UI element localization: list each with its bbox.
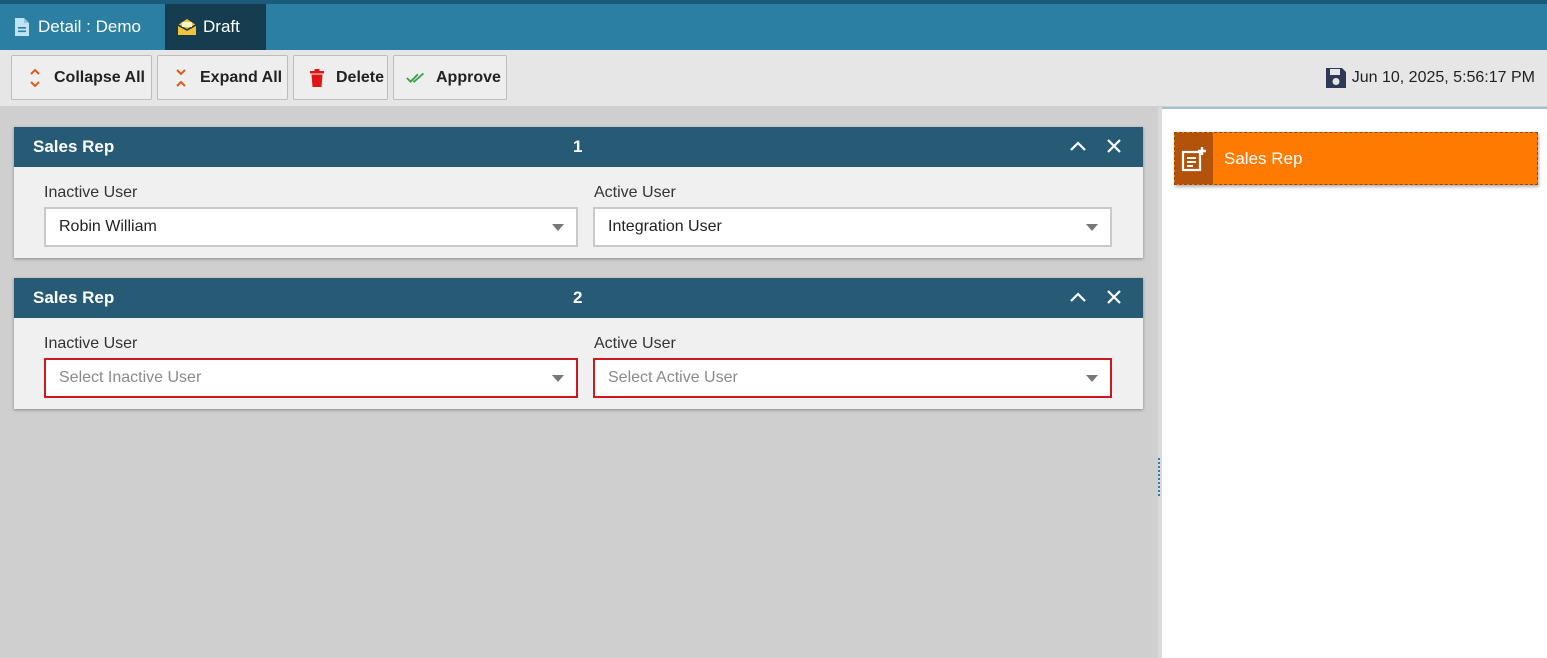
active-user-placeholder: Select Active User: [608, 369, 738, 386]
card-number: 1: [573, 137, 583, 156]
last-saved-status: Jun 10, 2025, 5:56:17 PM: [1324, 66, 1535, 90]
expand-icon: [170, 67, 192, 89]
envelope-open-icon: [177, 17, 197, 37]
tab-draft[interactable]: Draft: [165, 4, 266, 50]
saved-timestamp: Jun 10, 2025, 5:56:17 PM: [1351, 69, 1535, 86]
chevron-up-icon[interactable]: [1067, 135, 1089, 157]
save-disk-icon: [1324, 66, 1348, 90]
sidebar-item-sales-rep[interactable]: Sales Rep: [1174, 132, 1538, 185]
inactive-user-placeholder: Select Inactive User: [59, 369, 202, 386]
active-user-select[interactable]: Select Active User: [593, 358, 1112, 398]
tab-detail-demo[interactable]: Detail : Demo: [0, 4, 165, 50]
close-icon[interactable]: [1103, 286, 1125, 308]
collapse-icon: [24, 67, 46, 89]
approve-label: Approve: [436, 68, 501, 86]
close-icon[interactable]: [1103, 135, 1125, 157]
chevron-up-icon[interactable]: [1067, 286, 1089, 308]
tab-label: Draft: [203, 17, 240, 36]
inactive-user-select[interactable]: Select Inactive User: [44, 358, 578, 398]
approve-button[interactable]: Approve: [393, 55, 507, 100]
expand-all-label: Expand All: [200, 68, 283, 86]
document-icon: [12, 17, 32, 37]
active-user-select[interactable]: Integration User: [593, 207, 1112, 247]
collapse-all-button[interactable]: Collapse All: [11, 55, 152, 100]
card-title: Sales Rep: [33, 137, 115, 156]
card-header: Sales Rep 2: [14, 278, 1143, 318]
expand-all-button[interactable]: Expand All: [157, 55, 288, 100]
inactive-user-label: Inactive User: [44, 335, 138, 352]
inactive-user-value: Robin William: [59, 218, 157, 235]
sales-rep-card-2: Sales Rep 2 Inactive User Active User Se…: [14, 278, 1143, 409]
double-check-icon: [406, 67, 428, 89]
card-header: Sales Rep 1: [14, 127, 1143, 167]
sidebar-item-label: Sales Rep: [1224, 148, 1303, 168]
add-note-icon: [1175, 133, 1213, 184]
top-tab-bar: Detail : Demo Draft: [0, 0, 1547, 50]
toolbar: Collapse All Expand All Delete Approve J…: [0, 50, 1547, 107]
inactive-user-label: Inactive User: [44, 184, 138, 201]
tab-label: Detail : Demo: [38, 17, 141, 36]
active-user-label: Active User: [594, 335, 676, 352]
inactive-user-select[interactable]: Robin William: [44, 207, 578, 247]
main-panel: Sales Rep 1 Inactive User Active User Ro…: [0, 107, 1158, 658]
trash-icon: [306, 67, 328, 89]
caret-down-icon: [1086, 224, 1098, 231]
right-panel: Sales Rep: [1162, 107, 1547, 658]
delete-label: Delete: [336, 68, 385, 86]
card-number: 2: [573, 288, 583, 307]
caret-down-icon: [552, 375, 564, 382]
sales-rep-card-1: Sales Rep 1 Inactive User Active User Ro…: [14, 127, 1143, 258]
card-title: Sales Rep: [33, 288, 115, 307]
active-user-label: Active User: [594, 184, 676, 201]
caret-down-icon: [1086, 375, 1098, 382]
collapse-all-label: Collapse All: [54, 68, 145, 86]
active-user-value: Integration User: [608, 218, 722, 235]
caret-down-icon: [552, 224, 564, 231]
delete-button[interactable]: Delete: [293, 55, 388, 100]
